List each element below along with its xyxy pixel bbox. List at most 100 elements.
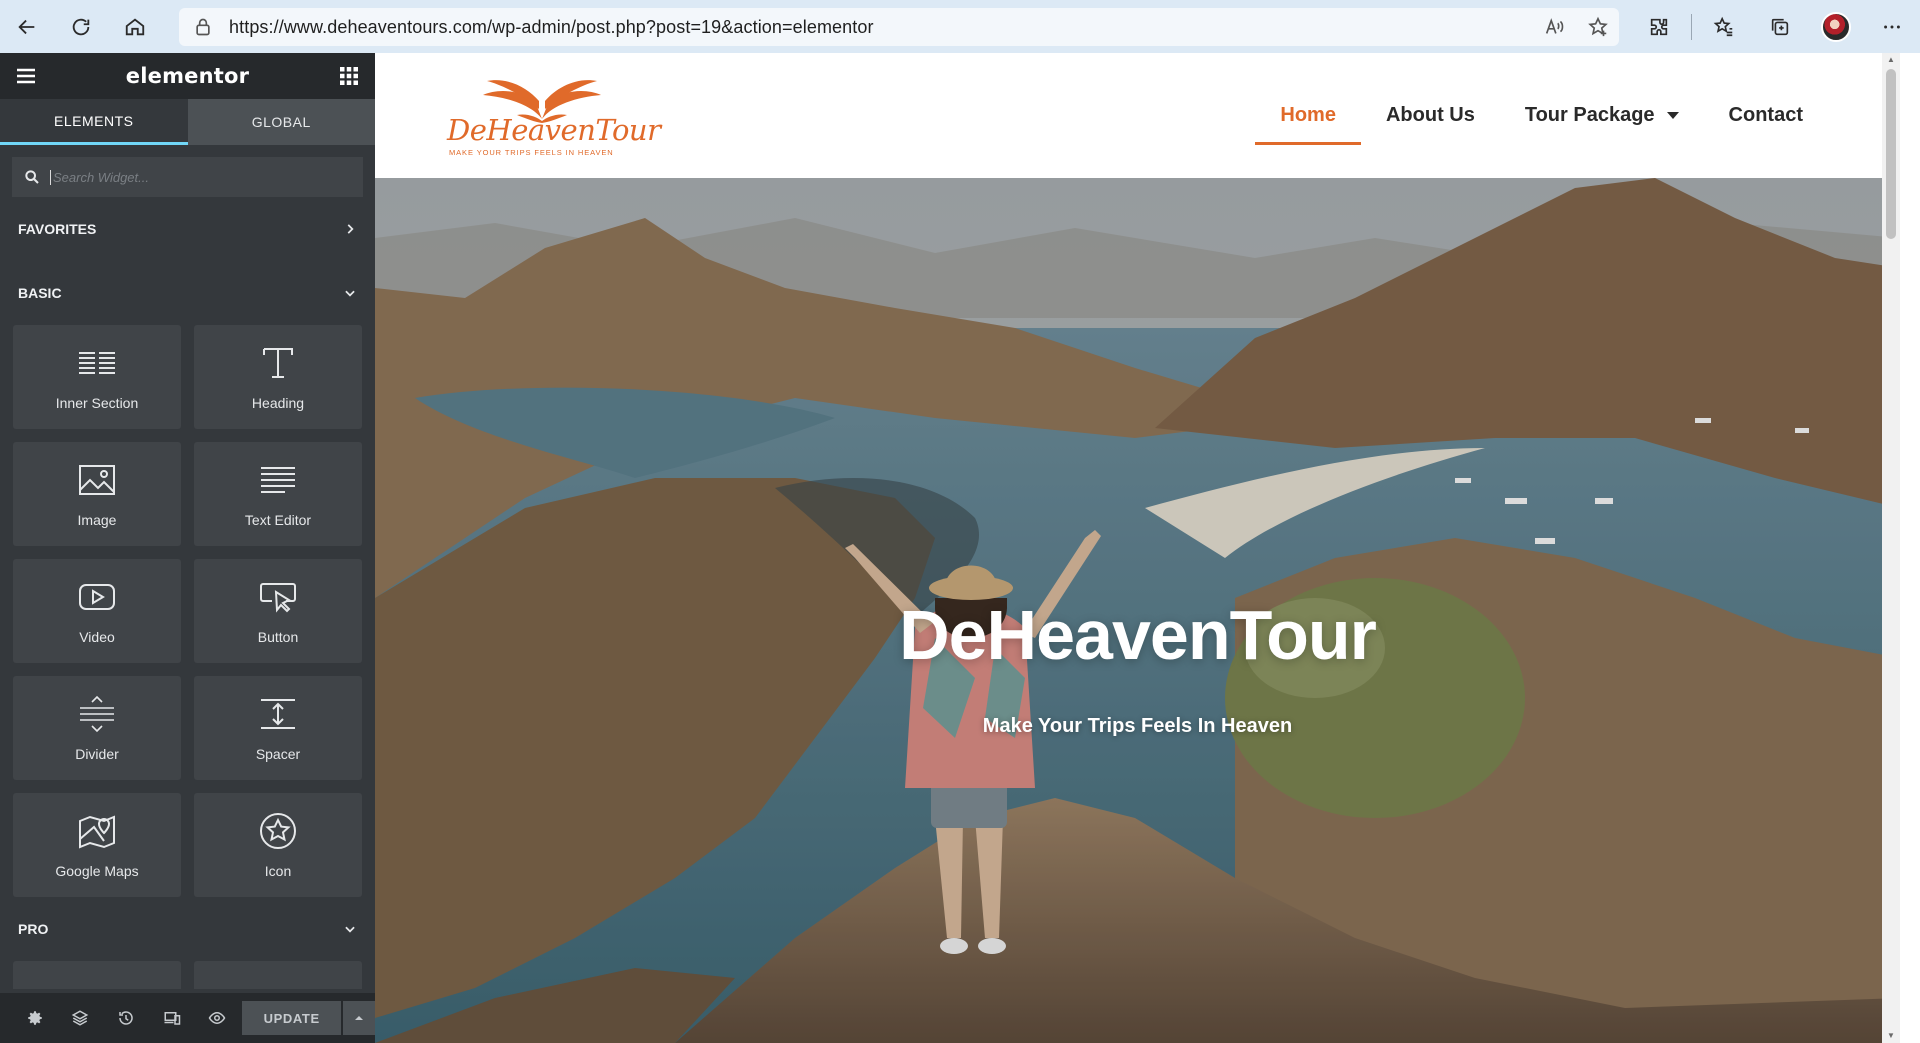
search-icon xyxy=(25,170,39,184)
inner-section-icon xyxy=(79,352,115,374)
chevron-down-icon xyxy=(345,290,355,297)
preview-button[interactable] xyxy=(195,993,241,1043)
site-nav: Home About Us Tour Package Contact xyxy=(1255,53,1828,178)
widget-label: Divider xyxy=(75,746,119,762)
refresh-icon xyxy=(72,18,90,35)
hero-title[interactable]: DeHeavenTour xyxy=(375,595,1900,675)
widget-inner-section[interactable]: Inner Section xyxy=(13,325,181,429)
hero-subtitle[interactable]: Make Your Trips Feels In Heaven xyxy=(375,715,1900,738)
refresh-button[interactable] xyxy=(54,0,108,53)
save-options-button[interactable] xyxy=(343,1001,376,1035)
category-favorites[interactable]: FAVORITES xyxy=(0,197,375,261)
widget-label: Heading xyxy=(251,395,305,411)
hamburger-icon xyxy=(17,68,35,84)
lock-icon xyxy=(196,18,210,36)
tab-elements[interactable]: ELEMENTS xyxy=(0,99,188,145)
divider-icon xyxy=(80,695,114,733)
toolbar-divider xyxy=(1691,13,1692,40)
scroll-up-icon[interactable]: ▲ xyxy=(1886,55,1896,65)
chevron-down-icon xyxy=(345,926,355,933)
widget-spacer[interactable]: Spacer xyxy=(194,676,362,780)
nav-contact[interactable]: Contact xyxy=(1704,53,1828,178)
nav-contact-label: Contact xyxy=(1728,104,1803,126)
address-bar[interactable]: https://www.deheaventours.com/wp-admin/p… xyxy=(179,8,1619,46)
favorites-icon xyxy=(1713,16,1733,36)
widget-button[interactable]: Button xyxy=(194,559,362,663)
scroll-down-icon[interactable]: ▼ xyxy=(1886,1031,1896,1041)
grid-icon xyxy=(339,67,358,85)
category-basic[interactable]: BASIC xyxy=(0,261,375,325)
elementor-panel: elementor ELEMENTS GLOBAL FAVORITES BASI… xyxy=(0,53,376,1043)
category-pro[interactable]: PRO xyxy=(0,897,375,961)
widget-label: Icon xyxy=(264,863,292,879)
layers-icon xyxy=(72,1010,89,1026)
settings-button[interactable] xyxy=(12,993,58,1043)
widget-image[interactable]: Image xyxy=(13,442,181,546)
settings-menu-button[interactable] xyxy=(1864,0,1920,53)
nav-about-us-label: About Us xyxy=(1385,104,1475,126)
widget-heading[interactable]: Heading xyxy=(194,325,362,429)
responsive-icon xyxy=(164,1012,180,1025)
more-icon xyxy=(1884,25,1900,28)
collections-icon xyxy=(1771,18,1789,35)
add-favorite-icon[interactable] xyxy=(1587,16,1609,38)
widget-label: Image xyxy=(77,512,117,528)
page-scrollbar[interactable]: ▲ ▼ xyxy=(1882,53,1900,1043)
navigator-button[interactable] xyxy=(58,993,104,1043)
extensions-button[interactable] xyxy=(1631,0,1687,53)
eye-icon xyxy=(208,1011,226,1025)
panel-tabs: ELEMENTS GLOBAL xyxy=(0,99,375,145)
nav-home[interactable]: Home xyxy=(1255,53,1361,178)
widget-icon[interactable]: Icon xyxy=(194,793,362,897)
read-aloud-icon[interactable] xyxy=(1543,16,1565,38)
widgets-grid-button[interactable] xyxy=(337,64,361,88)
profile-button[interactable] xyxy=(1808,0,1864,53)
pro-widget-grid xyxy=(0,961,375,989)
home-button[interactable] xyxy=(108,0,162,53)
widget-label: Inner Section xyxy=(55,395,139,411)
avatar xyxy=(1821,11,1851,42)
update-button[interactable]: UPDATE xyxy=(242,1001,342,1035)
tab-global[interactable]: GLOBAL xyxy=(187,99,375,145)
browser-toolbar: https://www.deheaventours.com/wp-admin/p… xyxy=(0,0,1920,53)
widget-google-maps[interactable]: Google Maps xyxy=(13,793,181,897)
category-basic-label: BASIC xyxy=(18,285,62,301)
widget-divider[interactable]: Divider xyxy=(13,676,181,780)
back-button[interactable] xyxy=(0,0,54,53)
nav-tour-package-label: Tour Package xyxy=(1524,104,1655,126)
button-icon xyxy=(260,583,296,613)
caret-down-icon xyxy=(1666,112,1679,119)
chevron-right-icon xyxy=(347,224,354,234)
history-icon xyxy=(119,1011,133,1025)
google-maps-icon xyxy=(79,815,115,849)
pro-widget[interactable] xyxy=(13,961,181,989)
category-pro-label: PRO xyxy=(18,921,49,937)
widget-label: Spacer xyxy=(255,746,301,762)
image-icon xyxy=(79,465,115,495)
home-icon xyxy=(125,18,145,35)
search-input[interactable] xyxy=(50,169,350,185)
collections-button[interactable] xyxy=(1752,0,1808,53)
site-logo[interactable]: DeHeavenTour MAKE YOUR TRIPS FEELS IN HE… xyxy=(447,75,661,157)
widget-label: Text Editor xyxy=(244,512,312,528)
widget-video[interactable]: Video xyxy=(13,559,181,663)
text-editor-icon xyxy=(261,467,295,493)
logo-name: DeHeavenTour xyxy=(447,113,661,147)
history-button[interactable] xyxy=(103,993,149,1043)
nav-about-us[interactable]: About Us xyxy=(1361,53,1500,178)
menu-button[interactable] xyxy=(14,64,38,88)
widget-grid: Inner Section Heading Image Text Editor … xyxy=(0,325,375,897)
hero-section[interactable]: DeHeavenTour Make Your Trips Feels In He… xyxy=(375,178,1900,1043)
address-url[interactable]: https://www.deheaventours.com/wp-admin/p… xyxy=(229,17,874,38)
category-favorites-label: FAVORITES xyxy=(18,221,97,237)
video-icon xyxy=(79,584,115,610)
widget-label: Google Maps xyxy=(55,863,139,879)
favorites-button[interactable] xyxy=(1696,0,1752,53)
nav-tour-package[interactable]: Tour Package xyxy=(1500,53,1704,178)
widget-text-editor[interactable]: Text Editor xyxy=(194,442,362,546)
scrollbar-thumb[interactable] xyxy=(1886,69,1896,239)
pro-widget[interactable] xyxy=(194,961,362,989)
panel-header: elementor xyxy=(0,53,375,99)
widget-label: Video xyxy=(79,629,115,645)
responsive-mode-button[interactable] xyxy=(149,993,195,1043)
